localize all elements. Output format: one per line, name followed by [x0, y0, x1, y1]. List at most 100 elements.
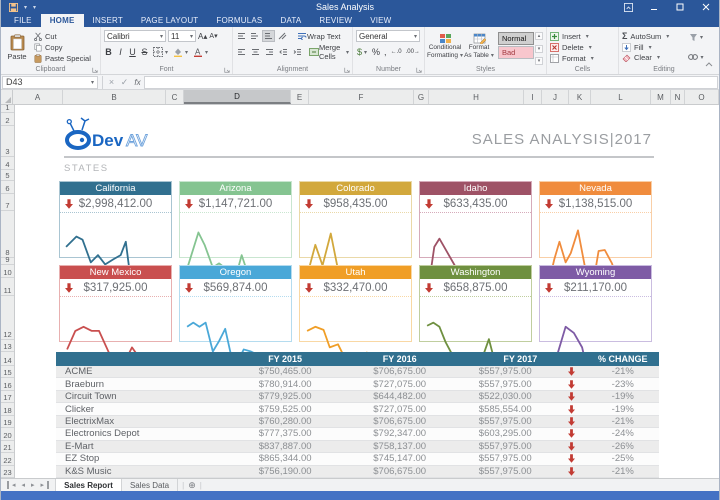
new-sheet-icon[interactable]: ⊕	[184, 480, 200, 491]
state-card-header[interactable]: Idaho	[420, 182, 531, 195]
ribbon-tab-page-layout[interactable]: PAGE LAYOUT	[132, 14, 207, 27]
delete-cells-button[interactable]: Delete▾	[550, 42, 616, 53]
state-card-header[interactable]: Colorado	[300, 182, 411, 195]
align-bottom-icon[interactable]	[262, 30, 275, 42]
row-header-23[interactable]: 23	[1, 466, 14, 478]
table-row[interactable]: ACME$750,465.00$706,675.00$557,975.00-21…	[56, 366, 659, 378]
state-card-header[interactable]: Arizona	[180, 182, 291, 195]
conditional-formatting-button[interactable]: Conditional Formatting▾	[428, 29, 462, 65]
row-header-20[interactable]: 20	[1, 428, 14, 440]
decrease-font-size-icon[interactable]: A▾	[209, 32, 218, 40]
ribbon-tab-view[interactable]: VIEW	[361, 14, 400, 27]
row-header-2[interactable]: 2	[1, 113, 14, 126]
table-row[interactable]: Circuit Town$779,925.00$644,482.00$522,0…	[56, 391, 659, 403]
state-card-header[interactable]: California	[60, 182, 171, 195]
ribbon-tab-insert[interactable]: INSERT	[84, 14, 132, 27]
column-header-g[interactable]: G	[414, 90, 429, 104]
sort-filter-button[interactable]: ▾	[688, 31, 704, 43]
wrap-text-button[interactable]: Wrap Text	[296, 30, 342, 42]
row-header-13[interactable]: 13	[1, 340, 14, 352]
save-icon[interactable]	[9, 3, 18, 12]
close-icon[interactable]	[693, 0, 719, 14]
paste-button[interactable]: Paste	[4, 29, 30, 65]
enter-icon[interactable]: ✓	[118, 77, 131, 88]
number-dialog-launcher-icon[interactable]	[416, 67, 422, 73]
formula-input[interactable]	[144, 76, 718, 89]
align-right-icon[interactable]	[264, 46, 275, 58]
style-bad[interactable]: Bad	[498, 46, 534, 59]
borders-button[interactable]: ▾	[152, 46, 169, 58]
column-header-b[interactable]: B	[63, 90, 166, 104]
column-header-a[interactable]: A	[13, 90, 63, 104]
row-header-21[interactable]: 21	[1, 441, 14, 453]
row-header-19[interactable]: 19	[1, 416, 14, 428]
row-header-14[interactable]: 14	[1, 352, 14, 366]
fill-color-button[interactable]: ▾	[172, 46, 189, 58]
increase-decimal-icon[interactable]: ←.0	[391, 49, 402, 55]
number-format-select[interactable]: General▾	[356, 30, 420, 42]
column-header-h[interactable]: H	[429, 90, 524, 104]
table-row[interactable]: E-Mart$837,887.00$758,137.00$557,975.00-…	[56, 441, 659, 453]
copy-button[interactable]: Copy	[34, 42, 91, 52]
row-header-17[interactable]: 17	[1, 391, 14, 403]
autosum-button[interactable]: Σ AutoSum▾	[622, 31, 685, 42]
row-header-16[interactable]: 16	[1, 378, 14, 390]
maximize-icon[interactable]	[667, 0, 693, 14]
font-dialog-launcher-icon[interactable]	[224, 67, 230, 73]
worksheet-canvas[interactable]: Dev AV SALES ANALYSIS|2017 STATES Califo…	[15, 105, 719, 478]
italic-button[interactable]: I	[116, 47, 125, 57]
state-card-header[interactable]: Wyoming	[540, 266, 651, 279]
increase-indent-icon[interactable]	[292, 46, 303, 58]
cut-button[interactable]: Cut	[34, 31, 91, 41]
row-header-7[interactable]: 7	[1, 194, 14, 211]
percent-style-button[interactable]: %	[372, 47, 380, 57]
row-header-3[interactable]: 3	[1, 126, 14, 157]
format-cells-button[interactable]: Format▾	[550, 53, 616, 64]
comma-style-button[interactable]: ,	[384, 47, 387, 57]
merge-cells-button[interactable]: Merge Cells▾	[308, 46, 350, 58]
table-row[interactable]: Electronics Depot$777,375.00$792,347.00$…	[56, 428, 659, 440]
font-color-button[interactable]: A▾	[192, 46, 209, 58]
gallery-up-icon[interactable]: ▴	[535, 32, 543, 40]
underline-button[interactable]: U	[128, 47, 137, 57]
align-top-icon[interactable]	[236, 30, 247, 42]
row-header-4[interactable]: 4	[1, 157, 14, 170]
select-all-corner[interactable]	[1, 90, 13, 104]
column-header-j[interactable]: J	[542, 90, 569, 104]
row-header-9[interactable]: 9	[1, 258, 14, 265]
fill-button[interactable]: Fill▾	[622, 42, 685, 53]
decrease-indent-icon[interactable]	[278, 46, 289, 58]
decrease-decimal-icon[interactable]: .00→	[406, 49, 420, 55]
strikethrough-button[interactable]: S	[140, 47, 149, 57]
ribbon-tab-formulas[interactable]: FORMULAS	[207, 14, 271, 27]
font-size-select[interactable]: 11▾	[168, 30, 196, 42]
column-header-o[interactable]: O	[685, 90, 719, 104]
column-header-f[interactable]: F	[309, 90, 414, 104]
align-left-icon[interactable]	[236, 46, 247, 58]
minimize-icon[interactable]	[641, 0, 667, 14]
column-header-e[interactable]: E	[291, 90, 309, 104]
table-row[interactable]: Braeburn$780,914.00$727,075.00$557,975.0…	[56, 378, 659, 390]
ribbon-tab-data[interactable]: DATA	[271, 14, 310, 27]
find-select-button[interactable]: ▾	[687, 51, 704, 63]
collapse-ribbon-icon[interactable]	[705, 54, 713, 72]
column-header-c[interactable]: C	[166, 90, 184, 104]
row-header-1[interactable]: 1	[1, 105, 14, 113]
row-header-11[interactable]: 11	[1, 278, 14, 296]
cancel-icon[interactable]: ×	[105, 77, 118, 87]
increase-font-size-icon[interactable]: A▴	[198, 32, 207, 41]
gallery-more-icon[interactable]: ▾	[535, 57, 543, 65]
row-header-18[interactable]: 18	[1, 403, 14, 415]
state-card-header[interactable]: Washington	[420, 266, 531, 279]
state-card-header[interactable]: Nevada	[540, 182, 651, 195]
name-box[interactable]: D43▾	[2, 76, 98, 89]
clipboard-dialog-launcher-icon[interactable]	[92, 67, 98, 73]
table-row[interactable]: ElectrixMax$760,280.00$706,675.00$557,97…	[56, 416, 659, 428]
row-header-12[interactable]: 12	[1, 296, 14, 340]
column-header-k[interactable]: K	[569, 90, 591, 104]
align-center-icon[interactable]	[250, 46, 261, 58]
row-header-6[interactable]: 6	[1, 181, 14, 194]
paste-special-button[interactable]: Paste Special	[34, 53, 91, 63]
next-sheet-icon[interactable]: ▸	[28, 481, 38, 489]
clear-button[interactable]: Clear▾	[622, 52, 685, 63]
